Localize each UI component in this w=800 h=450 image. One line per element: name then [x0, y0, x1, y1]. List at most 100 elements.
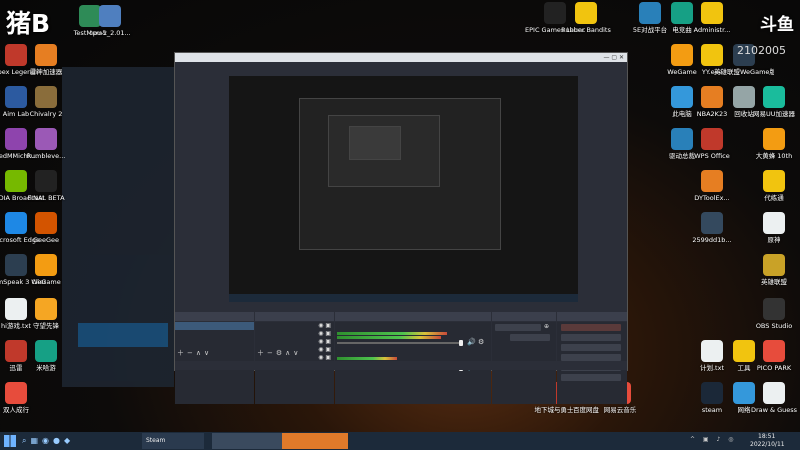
transitions-header — [492, 312, 556, 321]
background-app-window — [62, 67, 174, 387]
right-desktop-icon[interactable]: DYToolEx... — [682, 170, 742, 202]
controls-header — [557, 312, 627, 321]
source-item[interactable]: ◉ ▣ — [255, 330, 334, 338]
left-desktop-icon[interactable]: 米哈游 — [16, 340, 76, 372]
desktop-icon-label: OBS Studio — [755, 322, 793, 330]
mixer-track-1-meter-r — [337, 336, 441, 339]
top-desktop-icon[interactable]: Rubber Bandits — [556, 2, 616, 34]
left-desktop-icon[interactable]: Chivalry 2 — [16, 86, 76, 118]
mixer-track-1-knob[interactable] — [459, 340, 463, 346]
scenes-toolbar[interactable]: ＋−∧∨ — [177, 348, 212, 358]
obs-titlebar[interactable]: — ▢ ✕ — [175, 53, 627, 62]
app-icon — [763, 254, 785, 276]
control-button[interactable] — [561, 344, 621, 351]
nested-preview-2 — [328, 115, 440, 187]
mixer-track-1-slider[interactable] — [337, 342, 463, 344]
desktop-icon-label: Administr... — [693, 26, 731, 34]
left-desktop-icon[interactable]: Rumbleve... — [16, 128, 76, 160]
clock-date: 2022/10/11 — [750, 441, 785, 448]
right-desktop-icon[interactable]: WPS Office — [682, 128, 742, 160]
left-desktop-icon[interactable]: 雷神加速器 — [16, 44, 76, 76]
app-icon — [763, 86, 785, 108]
app-icon — [763, 298, 785, 320]
mixer-track-2-meter — [337, 357, 397, 360]
right-desktop-icon[interactable]: 代练通 — [744, 170, 800, 202]
speaker-icon[interactable]: 🔊 — [467, 338, 476, 346]
app-icon — [575, 2, 597, 24]
duration-input[interactable] — [510, 334, 550, 341]
visibility-lock-icon[interactable]: ◉ ▣ — [318, 338, 331, 346]
app-icon — [701, 128, 723, 150]
streamer-logo: 猪B — [6, 9, 51, 38]
app-icon — [35, 254, 57, 276]
app-icon — [763, 170, 785, 192]
source-item[interactable]: ◉ ▣ — [255, 338, 334, 346]
scenes-header — [175, 312, 254, 321]
desktop-icon-label: FINAL BETA — [27, 194, 65, 202]
desktop-icon-label: PICO PARK — [756, 364, 792, 372]
right-desktop-icon[interactable]: 网易UU加速器 — [744, 86, 800, 118]
scene-item[interactable] — [175, 330, 254, 338]
desktop-icon-label: 守望先锋 — [33, 322, 59, 330]
right-desktop-icon[interactable]: Draw & Guess — [744, 382, 800, 414]
transition-select[interactable] — [495, 324, 541, 331]
right-desktop-icon[interactable]: PICO PARK — [744, 340, 800, 372]
control-button[interactable] — [561, 324, 621, 331]
desktop-icon-label: GeeGee — [32, 236, 60, 244]
control-button[interactable] — [561, 354, 621, 361]
visibility-lock-icon[interactable]: ◉ ▣ — [318, 346, 331, 354]
app-icon — [35, 44, 57, 66]
desktop-icon-label: 原神 — [767, 236, 781, 244]
sources-header — [255, 312, 334, 321]
app-icon — [763, 382, 785, 404]
left-desktop-icon[interactable]: cpu-z_2.01... — [80, 5, 140, 37]
left-desktop-icon[interactable]: GeeGee — [16, 212, 76, 244]
desktop-icon-label: 2599dd1b... — [692, 236, 732, 244]
right-desktop-icon[interactable]: 原神 — [744, 212, 800, 244]
obs-window[interactable]: — ▢ ✕ ◉ ▣◉ ▣◉ ▣◉ ▣◉ ▣ 🔊 ⚙ 🔊 ⚙ — [174, 52, 628, 404]
app-icon — [35, 212, 57, 234]
right-desktop-icon[interactable]: 英雄联盟 — [744, 254, 800, 286]
visibility-lock-icon[interactable]: ◉ ▣ — [318, 322, 331, 330]
plus-icon[interactable]: ⊕ — [544, 323, 549, 330]
control-button[interactable] — [561, 334, 621, 341]
desktop-icon-label: Rubber Bandits — [561, 26, 611, 34]
window-controls[interactable]: — ▢ ✕ — [603, 53, 624, 62]
left-desktop-icon[interactable]: 双人成行 — [0, 382, 46, 414]
taskbar-app-steam[interactable]: Steam — [142, 433, 204, 449]
app-icon — [35, 86, 57, 108]
start-icon[interactable] — [4, 435, 16, 447]
desktop-icon-label: WeGame — [31, 278, 61, 286]
top-desktop-icon[interactable]: Administr... — [682, 2, 742, 34]
app-icon — [763, 128, 785, 150]
right-desktop-icon[interactable]: OBS Studio — [744, 298, 800, 330]
desktop-icon-label: 大黄蜂 10th — [755, 152, 793, 160]
control-button[interactable] — [561, 374, 621, 381]
source-item[interactable]: ◉ ▣ — [255, 322, 334, 330]
gear-icon[interactable]: ⚙ — [478, 338, 484, 346]
visibility-lock-icon[interactable]: ◉ ▣ — [318, 330, 331, 338]
app-icon — [701, 2, 723, 24]
left-desktop-icon[interactable]: FINAL BETA — [16, 170, 76, 202]
obs-statusbar — [175, 361, 627, 370]
sources-toolbar[interactable]: ＋−⚙∧∨ — [257, 348, 301, 358]
obs-preview[interactable] — [229, 76, 578, 302]
taskbar-app-browser[interactable] — [282, 433, 348, 449]
nested-preview-1 — [299, 98, 501, 250]
mixer-track-1-meter — [337, 332, 447, 335]
right-desktop-icon[interactable]: 大黄蜂 10th — [744, 128, 800, 160]
tray-icons[interactable]: ^ ▣ ♪ ◎ — [690, 436, 736, 443]
left-desktop-icon[interactable]: 守望先锋 — [16, 298, 76, 330]
taskbar-app-obs[interactable] — [212, 433, 282, 449]
right-desktop-icon[interactable]: 2599dd1b... — [682, 212, 742, 244]
desktop-icon-label: WPS Office — [694, 152, 730, 160]
desktop-icon-label: DYToolEx... — [694, 194, 730, 202]
app-icon — [763, 212, 785, 234]
desktop-icon-label: 米哈游 — [36, 364, 56, 372]
scene-item[interactable] — [175, 322, 254, 330]
left-desktop-icon[interactable]: WeGame — [16, 254, 76, 286]
app-icon — [99, 5, 121, 27]
app-icon — [701, 170, 723, 192]
desktop-icon-label: Rumbleve... — [26, 152, 66, 160]
taskbar-pinned[interactable]: ⌕▦◉●◆ — [22, 436, 74, 446]
